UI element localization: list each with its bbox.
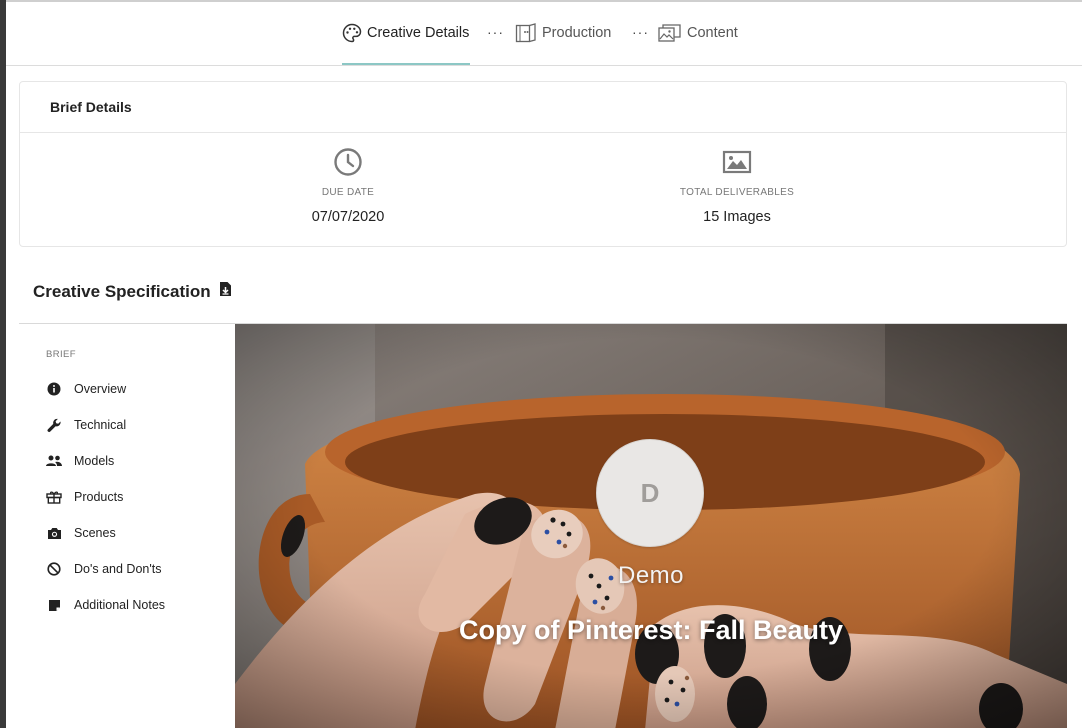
info-icon [46, 381, 62, 397]
brand-name: Demo [617, 562, 685, 589]
clock-icon [248, 146, 448, 178]
brand-avatar: D [596, 439, 704, 547]
sidebar-item-label: Technical [74, 418, 127, 432]
people-icon [46, 453, 62, 469]
due-date-label: DUE DATE [321, 187, 375, 198]
sidebar-item-overview[interactable]: Overview [46, 379, 126, 399]
production-icon [515, 23, 537, 43]
sidebar-item-label: Models [74, 454, 115, 468]
sidebar-item-label: Do's and Don'ts [74, 562, 162, 576]
camera-icon [46, 525, 62, 541]
tab-content-label: Content [687, 25, 738, 41]
sidebar-item-label: Products [74, 490, 124, 504]
file-download-icon[interactable] [219, 281, 232, 302]
total-deliverables-metric: TOTAL DELIVERABLES 15 Images [637, 146, 837, 225]
brief-hero-banner: D Demo Copy of Pinterest: Fall Beauty [235, 324, 1067, 728]
creative-spec-heading: Creative Specification [33, 281, 232, 302]
brief-details-card: Brief Details DUE DATE 07/07/2020 TOTAL … [19, 81, 1067, 247]
tab-production-label: Production [542, 25, 612, 41]
app-frame: Creative Details ··· Production ··· Cont… [6, 0, 1082, 728]
total-deliverables-label: TOTAL DELIVERABLES [679, 187, 795, 198]
sidebar-item-label: Overview [74, 382, 127, 396]
block-icon [46, 561, 62, 577]
due-date-metric: DUE DATE 07/07/2020 [248, 146, 448, 225]
due-date-value: 07/07/2020 [311, 209, 385, 225]
tab-creative-details[interactable]: Creative Details [342, 20, 469, 46]
step-separator: ··· [487, 24, 504, 40]
palette-icon [342, 23, 362, 43]
brief-name: Copy of Pinterest: Fall Beauty [458, 615, 844, 645]
sidebar-section-label: BRIEF [46, 349, 76, 360]
creative-spec-title: Creative Specification [33, 281, 211, 301]
note-icon [46, 597, 62, 613]
image-icon [637, 146, 837, 178]
sidebar-item-label: Additional Notes [74, 598, 166, 612]
sidebar-item-scenes[interactable]: Scenes [46, 523, 116, 543]
brief-details-title: Brief Details [20, 82, 1066, 133]
tab-production[interactable]: Production [515, 20, 611, 46]
gift-box-icon [46, 489, 62, 505]
step-separator: ··· [632, 24, 649, 40]
sidebar-item-label: Scenes [74, 526, 116, 540]
sidebar-item-additional-notes[interactable]: Additional Notes [46, 595, 165, 615]
sidebar-item-models[interactable]: Models [46, 451, 114, 471]
brief-stepper: Creative Details ··· Production ··· Cont… [6, 2, 1082, 66]
wrench-icon [46, 417, 62, 433]
total-deliverables-value: 15 Images [703, 209, 771, 225]
sidebar-item-dos-and-donts[interactable]: Do's and Don'ts [46, 559, 161, 579]
tab-content[interactable]: Content [658, 20, 738, 46]
sidebar-item-products[interactable]: Products [46, 487, 123, 507]
gallery-icon [658, 23, 682, 43]
tab-creative-details-label: Creative Details [367, 25, 470, 41]
active-tab-indicator [342, 63, 470, 65]
brief-sidebar: BRIEF Overview Technical Models Products [19, 324, 235, 728]
sidebar-item-technical[interactable]: Technical [46, 415, 126, 435]
